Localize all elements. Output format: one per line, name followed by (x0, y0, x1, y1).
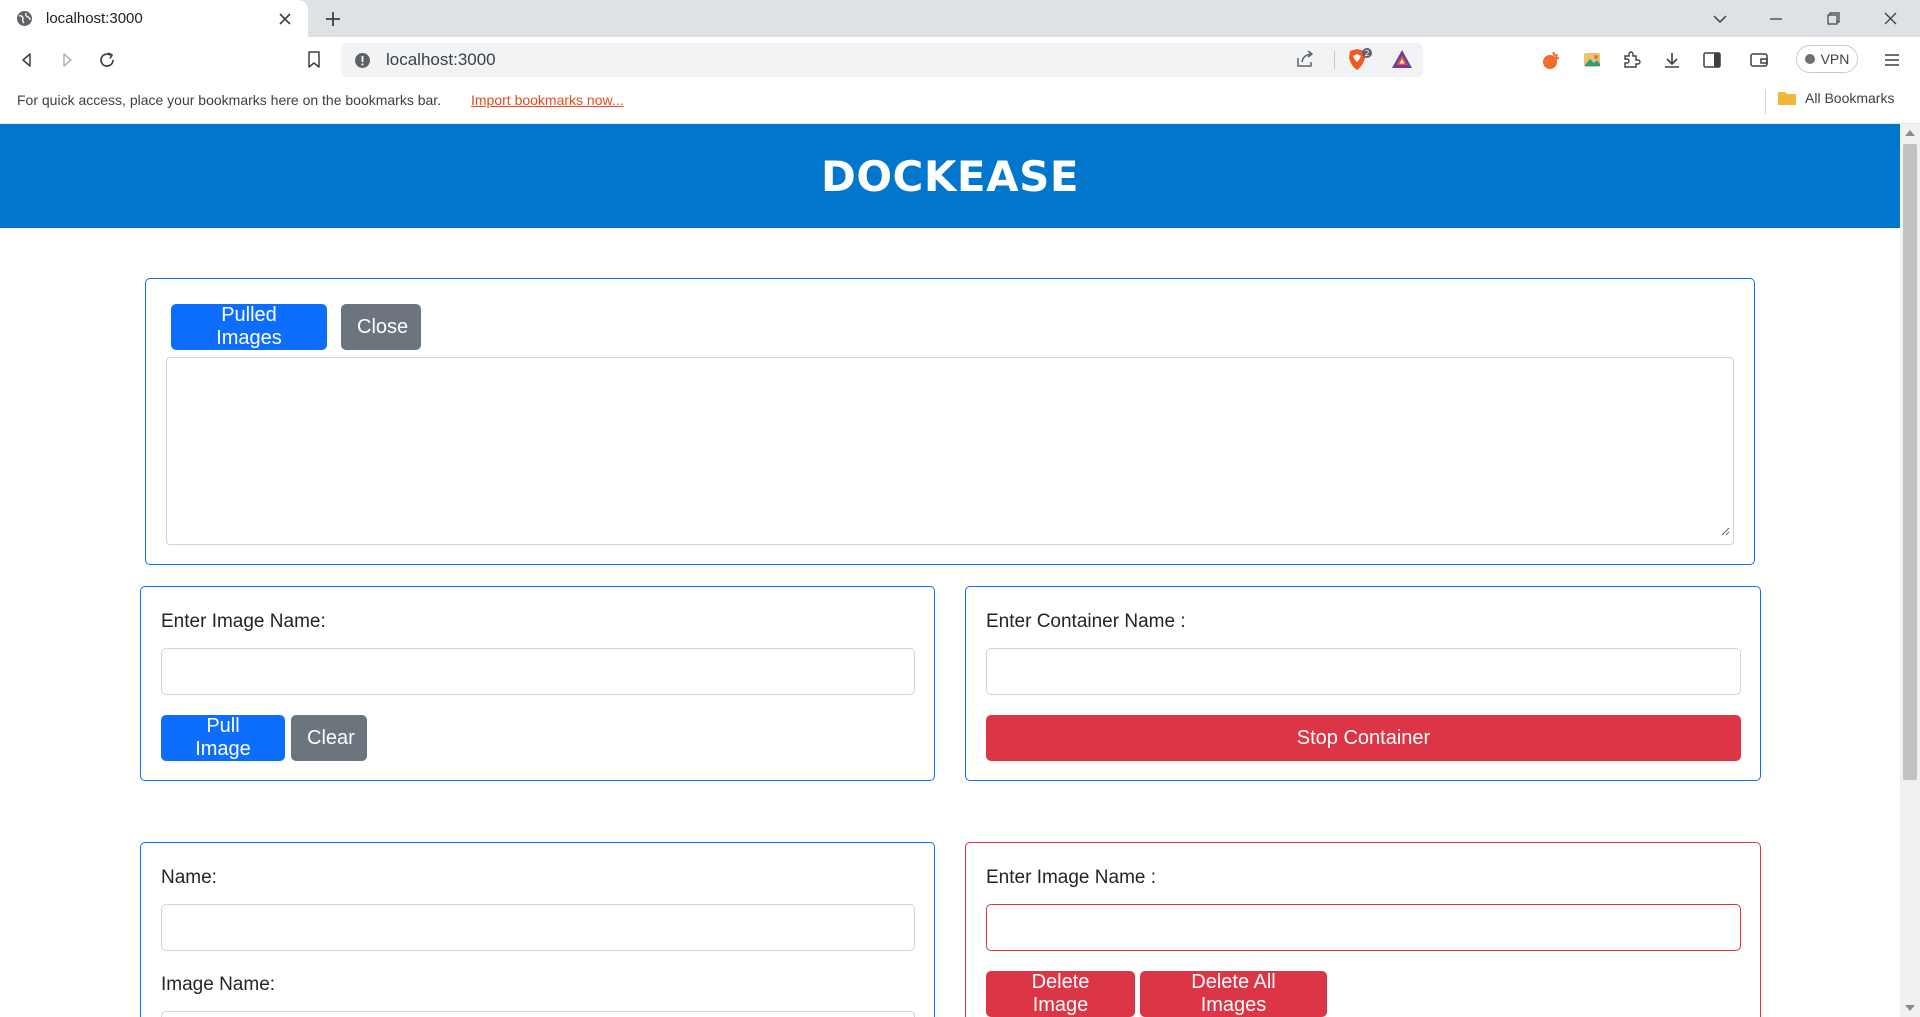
run-container-panel: Name: Image Name: (140, 842, 935, 1017)
resize-handle-icon[interactable] (1720, 523, 1730, 541)
all-bookmarks-button[interactable]: All Bookmarks (1777, 90, 1894, 106)
sidebar-toggle-icon[interactable] (1698, 46, 1726, 74)
page-scrollbar[interactable] (1900, 124, 1920, 1017)
restore-icon[interactable] (1805, 0, 1861, 37)
menu-icon[interactable] (1878, 46, 1906, 74)
site-info-icon[interactable] (354, 52, 371, 69)
delete-image-input[interactable] (986, 904, 1741, 951)
stop-container-panel: Enter Container Name : Stop Container (965, 586, 1761, 781)
omnibox-separator (1334, 51, 1335, 69)
scroll-down-icon[interactable] (1905, 1005, 1915, 1011)
new-tab-icon[interactable] (320, 6, 346, 32)
close-button[interactable]: Close (341, 304, 421, 350)
address-bar[interactable]: localhost:3000 2 (341, 43, 1423, 77)
bookmarks-hint: For quick access, place your bookmarks h… (17, 92, 442, 108)
import-bookmarks-link[interactable]: Import bookmarks now... (471, 92, 624, 108)
extension-image-icon[interactable] (1578, 46, 1606, 74)
reload-icon[interactable] (93, 46, 121, 74)
brave-shields-icon[interactable]: 2 (1347, 48, 1373, 77)
bookmarks-separator (1765, 90, 1766, 114)
bookmark-icon[interactable] (300, 46, 328, 74)
leo-icon[interactable] (1537, 46, 1565, 74)
delete-all-images-button[interactable]: Delete All Images (1140, 971, 1327, 1017)
pulled-images-panel: Pulled Images Close (145, 278, 1755, 565)
scroll-up-icon[interactable] (1905, 130, 1915, 136)
run-image-name-label: Image Name: (161, 974, 276, 995)
pulled-images-output[interactable] (166, 357, 1734, 545)
wallet-icon[interactable] (1745, 46, 1773, 74)
all-bookmarks-label: All Bookmarks (1805, 90, 1895, 106)
browser-tab[interactable]: localhost:3000 (0, 0, 308, 37)
back-icon[interactable] (13, 46, 41, 74)
delete-image-panel: Enter Image Name : Delete Image Delete A… (965, 842, 1761, 1017)
delete-image-button[interactable]: Delete Image (986, 971, 1135, 1017)
pull-image-button[interactable]: Pull Image (161, 715, 285, 761)
folder-icon (1778, 92, 1796, 105)
vpn-button[interactable]: VPN (1796, 45, 1858, 73)
globe-icon (16, 10, 33, 27)
delete-image-label: Enter Image Name : (986, 867, 1157, 888)
run-image-name-input[interactable] (161, 1011, 915, 1017)
name-input[interactable] (161, 904, 915, 951)
tab-strip: localhost:3000 (0, 0, 1920, 37)
pull-image-label: Enter Image Name: (161, 611, 326, 632)
minimize-icon[interactable] (1748, 0, 1804, 37)
pull-image-input[interactable] (161, 648, 915, 695)
forward-icon[interactable] (53, 46, 81, 74)
container-name-label: Enter Container Name : (986, 611, 1186, 632)
close-window-icon[interactable] (1862, 0, 1918, 37)
share-icon[interactable] (1295, 49, 1315, 74)
tab-search-chevron-icon[interactable] (1692, 0, 1748, 37)
close-tab-icon[interactable] (274, 8, 296, 30)
app-title: DOCKEASE (820, 151, 1080, 201)
brave-rewards-icon[interactable] (1391, 49, 1413, 74)
vpn-label: VPN (1820, 51, 1850, 67)
stop-container-button[interactable]: Stop Container (986, 715, 1741, 761)
clear-button[interactable]: Clear (291, 715, 367, 761)
url-text: localhost:3000 (386, 50, 496, 69)
container-name-input[interactable] (986, 648, 1741, 695)
app-header: DOCKEASE (0, 124, 1900, 228)
pull-image-panel: Enter Image Name: Pull Image Clear (140, 586, 935, 781)
extensions-icon[interactable] (1617, 46, 1645, 74)
downloads-icon[interactable] (1658, 46, 1686, 74)
name-label: Name: (161, 867, 217, 888)
tab-title: localhost:3000 (46, 10, 143, 27)
vpn-status-icon (1804, 54, 1815, 64)
bookmarks-bar: For quick access, place your bookmarks h… (0, 83, 1920, 124)
page-viewport: DOCKEASE Pulled Images Close Enter Image… (0, 124, 1900, 1017)
browser-toolbar: localhost:3000 2 VPN (0, 37, 1920, 83)
scrollbar-thumb[interactable] (1903, 144, 1917, 780)
pulled-images-button[interactable]: Pulled Images (171, 304, 327, 350)
brave-badge: 2 (1364, 49, 1369, 58)
